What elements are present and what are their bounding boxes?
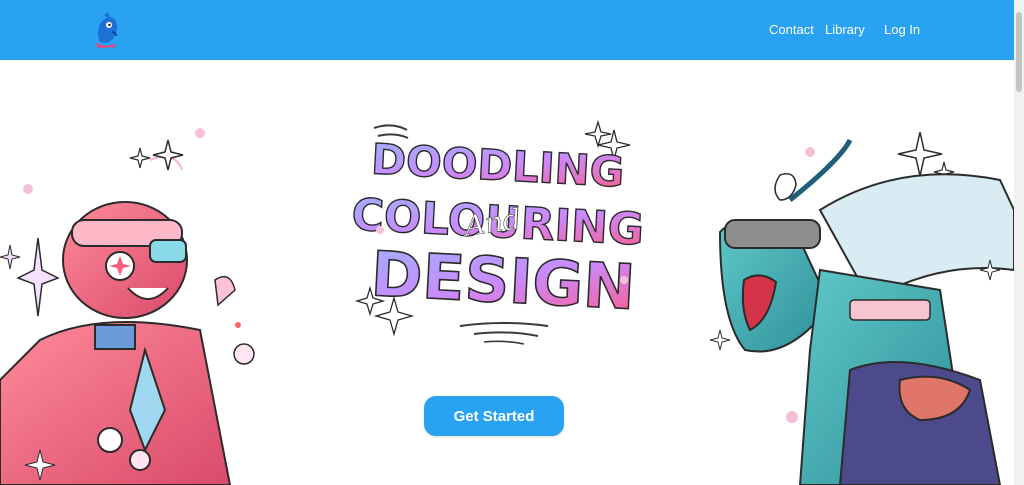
title-line-design: DESIGN — [369, 237, 637, 324]
top-navigation-bar: Contact Library Log In — [0, 0, 1014, 60]
nav-link-library[interactable]: Library — [825, 22, 865, 37]
nav-link-contact[interactable]: Contact — [769, 22, 814, 37]
get-started-button[interactable]: Get Started — [424, 396, 564, 436]
scrollbar-thumb[interactable] — [1016, 12, 1022, 92]
nav-link-login[interactable]: Log In — [884, 22, 920, 37]
hero-title-art: DOODLING COLOURING DESIGN And — [352, 119, 642, 345]
left-character-illustration — [0, 128, 255, 485]
vertical-scrollbar[interactable] — [1014, 0, 1024, 485]
title-line-doodling: DOODLING — [370, 134, 625, 196]
brand-logo-icon[interactable] — [92, 12, 122, 48]
right-character-illustration — [709, 131, 1014, 485]
